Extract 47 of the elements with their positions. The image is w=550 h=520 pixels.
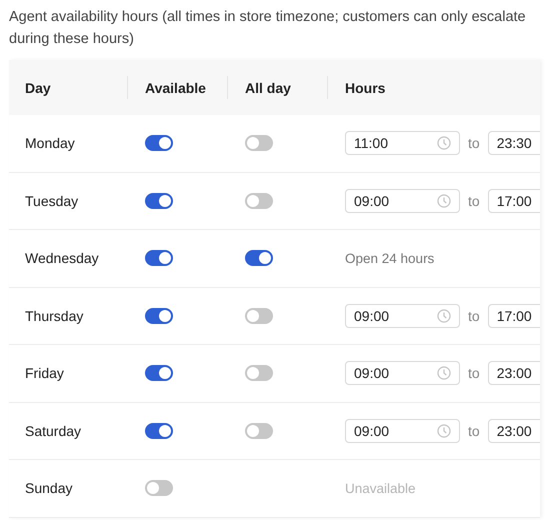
start-time-field[interactable]: 09:00 — [345, 418, 460, 443]
column-header: Day — [25, 80, 51, 96]
clock-icon — [437, 366, 451, 380]
available-toggle[interactable] — [145, 365, 173, 382]
day-label: Tuesday — [25, 192, 78, 209]
column-header: Hours — [345, 80, 386, 96]
available-toggle[interactable] — [145, 250, 173, 266]
available-toggle[interactable] — [145, 480, 173, 496]
start-time-field[interactable]: 11:00 — [345, 131, 460, 156]
end-time-field[interactable]: 23:00 — [488, 361, 540, 386]
hours-note: Unavailable — [345, 480, 416, 496]
clock-icon — [437, 194, 451, 208]
available-toggle[interactable] — [145, 135, 173, 152]
to-label: to — [468, 192, 480, 209]
available-toggle[interactable] — [145, 192, 173, 209]
to-label: to — [468, 308, 480, 324]
start-time-field[interactable]: 09:00 — [345, 304, 460, 328]
end-time-field[interactable]: 17:00 — [488, 188, 540, 213]
all-day-toggle[interactable] — [245, 135, 273, 152]
column-header: Available — [145, 80, 206, 96]
all-day-toggle[interactable] — [245, 192, 273, 209]
column-header: All day — [245, 80, 291, 96]
start-time-field[interactable]: 09:00 — [345, 361, 460, 386]
end-time-field[interactable]: 17:00 — [488, 304, 540, 328]
end-time-field[interactable]: 23:30 — [488, 131, 540, 156]
all-day-toggle[interactable] — [245, 365, 273, 382]
all-day-toggle[interactable] — [245, 422, 273, 439]
available-toggle[interactable] — [145, 422, 173, 439]
day-label: Thursday — [25, 308, 84, 324]
all-day-toggle[interactable] — [245, 250, 273, 266]
day-label: Monday — [25, 135, 75, 152]
to-label: to — [468, 135, 480, 152]
to-label: to — [468, 422, 480, 439]
available-toggle[interactable] — [145, 308, 173, 324]
clock-icon — [437, 136, 451, 150]
day-label: Friday — [25, 365, 64, 382]
day-label: Wednesday — [25, 250, 99, 266]
description-text: Agent availability hours (all times in store timezone; customers can only escalate during these hours) — [8, 8, 527, 49]
all-day-toggle[interactable] — [245, 308, 273, 324]
clock-icon — [437, 308, 451, 323]
end-time-field[interactable]: 23:00 — [488, 418, 540, 443]
day-label: Sunday — [25, 480, 72, 496]
clock-icon — [437, 424, 451, 438]
to-label: to — [468, 365, 480, 382]
hours-note: Open 24 hours — [345, 250, 434, 266]
day-label: Saturday — [25, 422, 82, 439]
start-time-field[interactable]: 09:00 — [345, 188, 460, 213]
